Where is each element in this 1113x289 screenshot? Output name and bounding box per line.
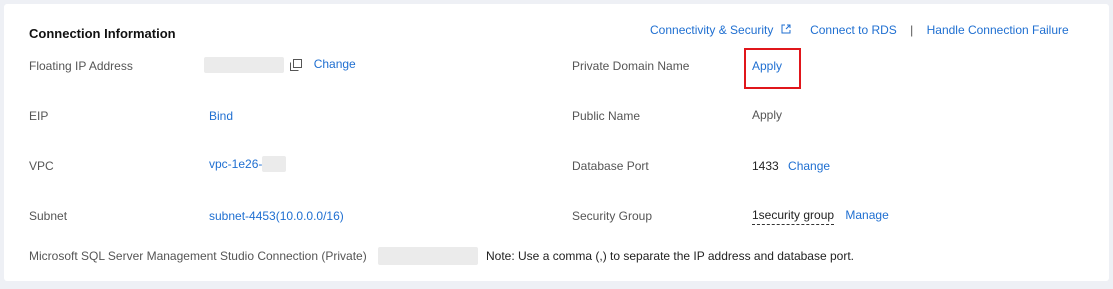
floating-ip-change-link[interactable]: Change: [314, 57, 356, 71]
handle-connection-failure-link[interactable]: Handle Connection Failure: [927, 23, 1069, 37]
vpc-masked: [262, 156, 287, 172]
public-name-label: Public Name: [572, 109, 641, 123]
security-group-label: Security Group: [572, 209, 653, 223]
security-group-name[interactable]: 1security group: [752, 208, 835, 225]
private-domain-apply-link[interactable]: Apply: [752, 59, 782, 73]
ssms-connection-masked: [378, 247, 478, 265]
connection-info-card: Connection Information Connectivity & Se…: [4, 4, 1109, 281]
database-port-value: 1433 Change: [752, 159, 830, 173]
database-port-label: Database Port: [572, 159, 649, 173]
connectivity-security-link[interactable]: Connectivity & Security: [650, 23, 794, 37]
copy-icon[interactable]: [290, 59, 303, 71]
security-group-value: 1security group Manage: [752, 208, 889, 225]
public-name-apply: Apply: [752, 108, 783, 122]
subnet-link[interactable]: subnet-4453(10.0.0.0/16): [209, 209, 344, 223]
header-links: Connectivity & Security Connect to RDS |…: [650, 23, 1069, 37]
eip-bind-link[interactable]: Bind: [209, 109, 233, 123]
connectivity-security-label: Connectivity & Security: [650, 23, 774, 37]
vpc-value: vpc-1e26-: [209, 156, 287, 172]
eip-label: EIP: [29, 109, 49, 123]
vpc-label: VPC: [29, 159, 54, 173]
private-domain-label: Private Domain Name: [572, 59, 690, 73]
ssms-label: Microsoft SQL Server Management Studio C…: [29, 249, 367, 263]
external-link-icon: [781, 24, 791, 34]
connect-to-rds-link[interactable]: Connect to RDS: [810, 23, 897, 37]
section-title: Connection Information: [29, 26, 176, 41]
header-link-separator: |: [910, 23, 914, 37]
floating-ip-value: Change: [204, 57, 356, 73]
floating-ip-label: Floating IP Address: [29, 59, 133, 73]
database-port-change-link[interactable]: Change: [788, 159, 830, 173]
subnet-label: Subnet: [29, 209, 68, 223]
vpc-link[interactable]: vpc-1e26-: [209, 157, 262, 171]
database-port-number: 1433: [752, 159, 779, 173]
ssms-note: Note: Use a comma (,) to separate the IP…: [486, 249, 854, 263]
security-group-manage-link[interactable]: Manage: [845, 208, 888, 222]
floating-ip-masked: [204, 57, 284, 73]
